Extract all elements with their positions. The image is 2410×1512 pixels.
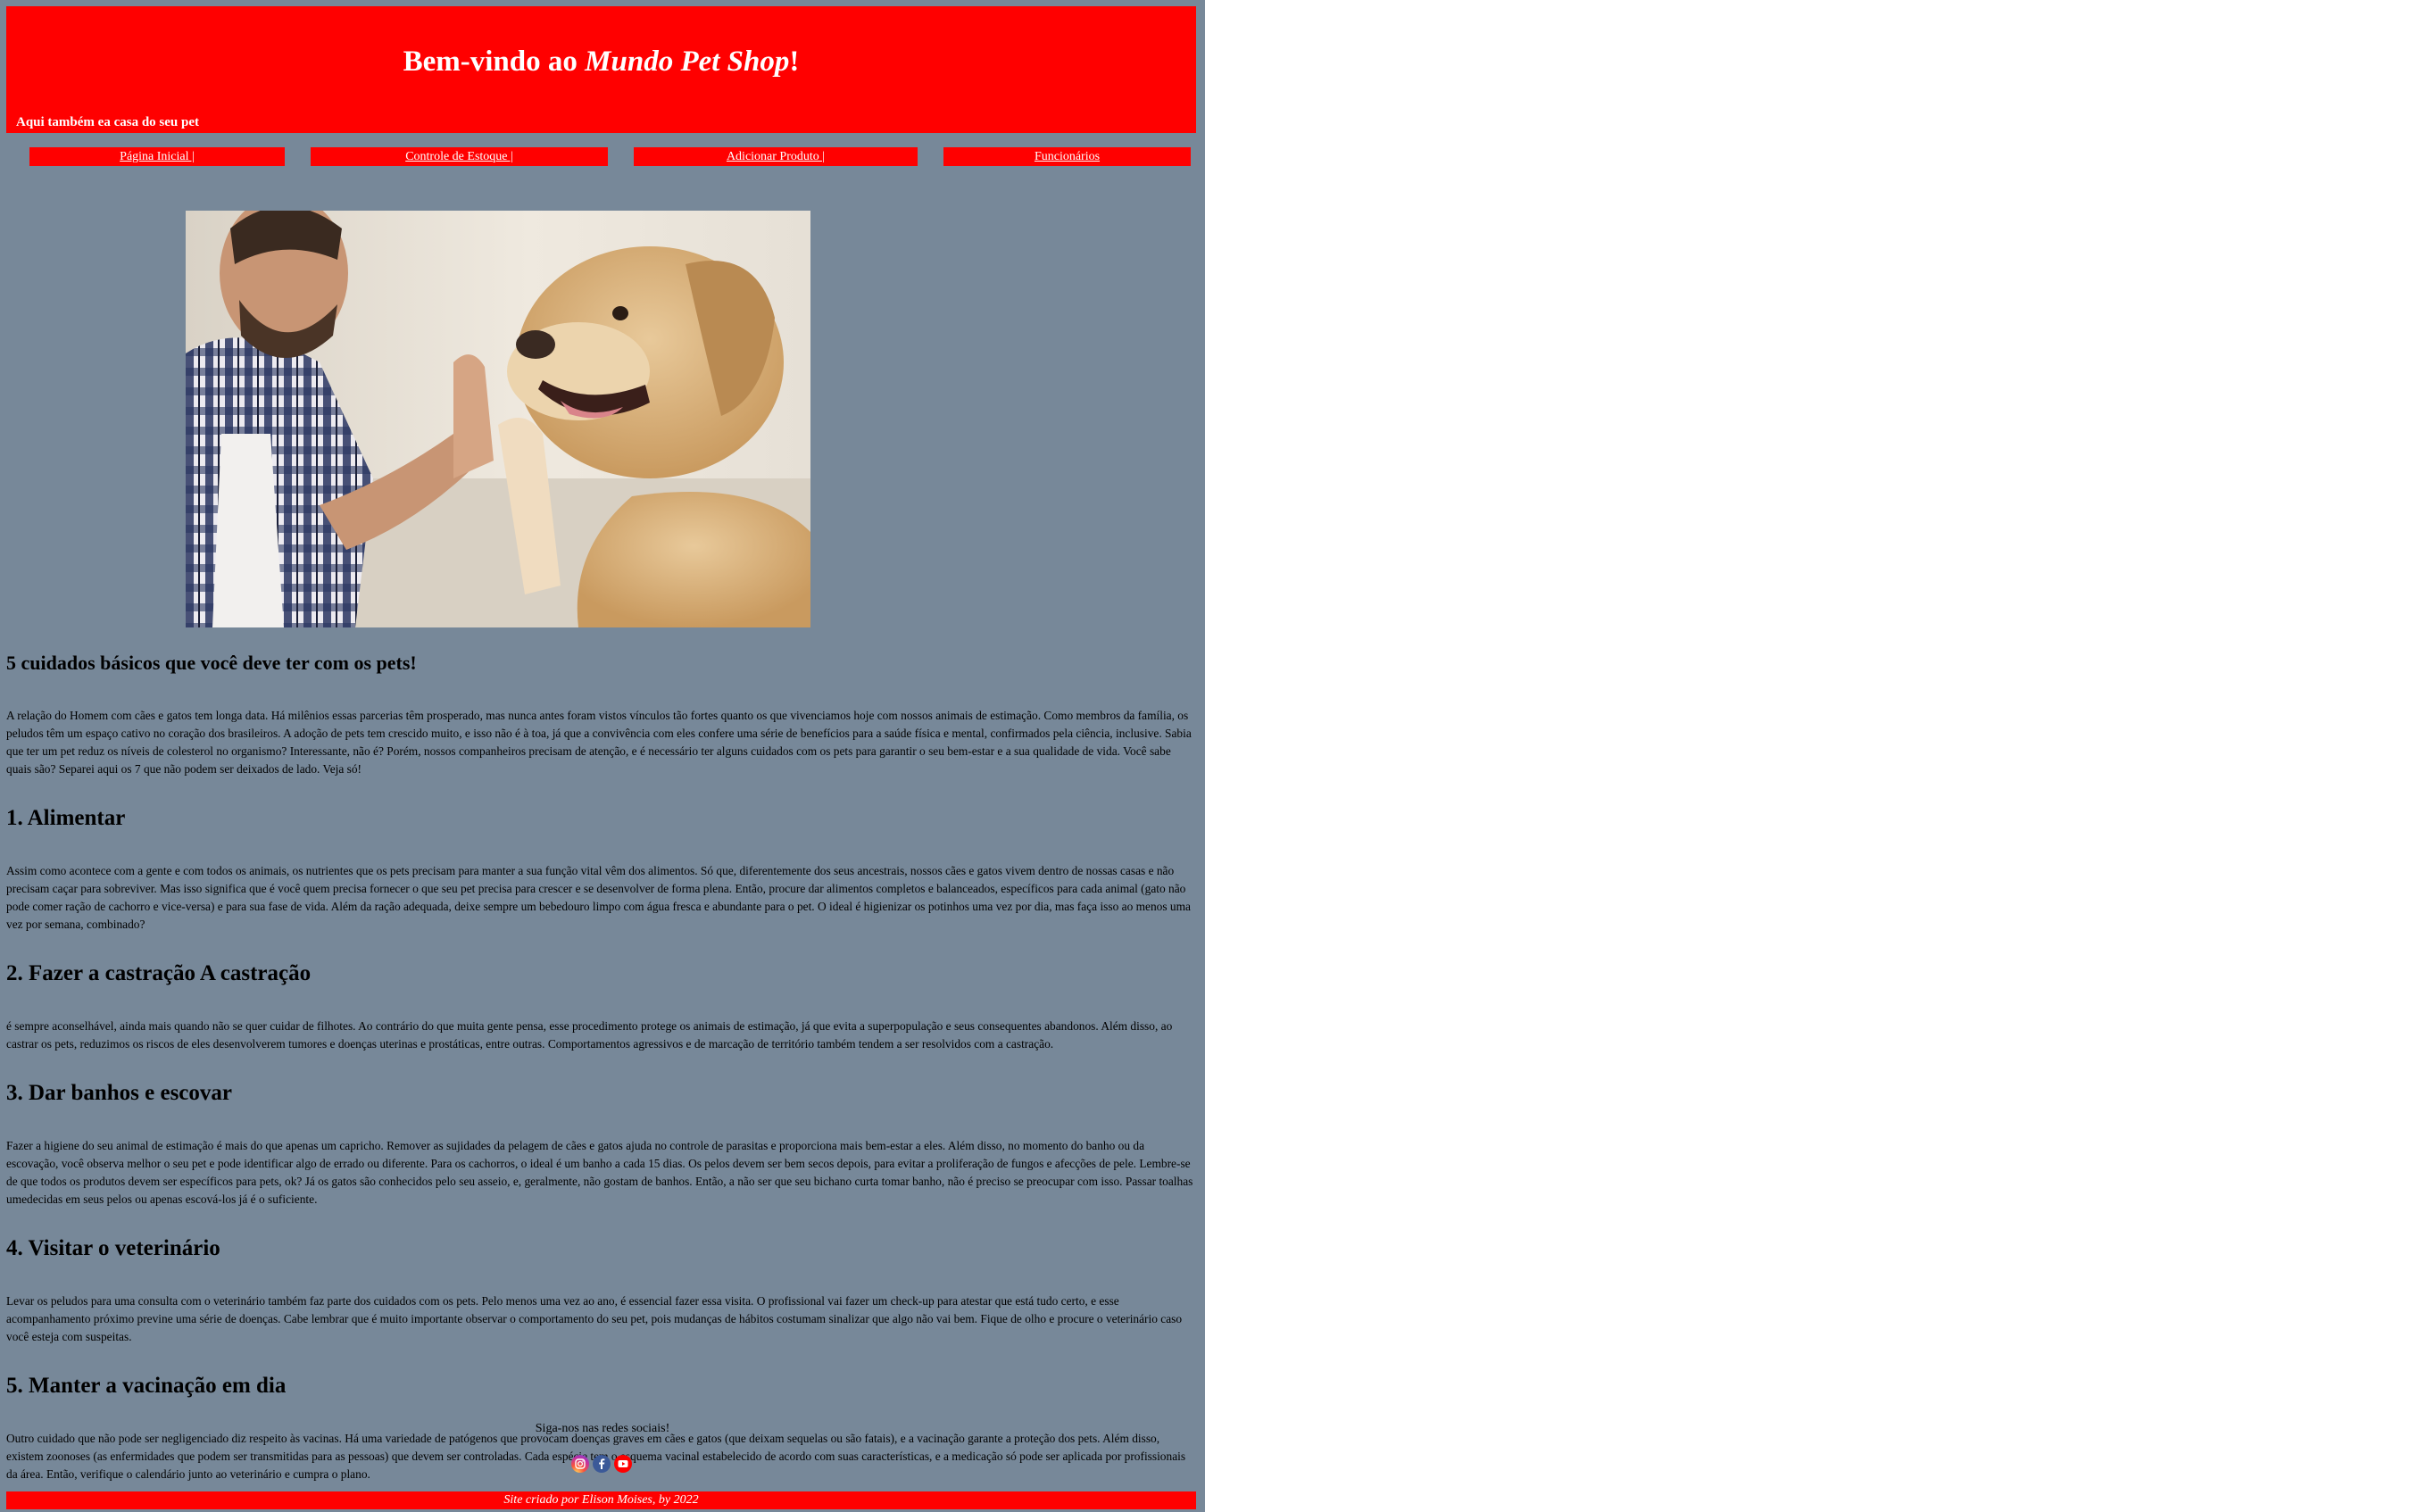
nav-link-add-product[interactable]: Adicionar Produto | [727,150,825,163]
section-text: Levar os peludos para uma consulta com o… [6,1294,1183,1343]
page: Bem-vindo ao Mundo Pet Shop! Aqui também… [0,0,1205,1512]
article-intro: A relação do Homem com cães e gatos tem … [6,709,1192,776]
title-prefix: Bem-vindo ao [403,46,586,78]
article: 5 cuidados básicos que você deve ter com… [6,650,1193,1510]
social-links [571,1455,632,1473]
instagram-icon[interactable] [571,1455,589,1473]
nav-link-home[interactable]: Página Inicial | [120,150,195,163]
section-heading: 3. Dar banhos e escovar [6,1081,233,1105]
section-heading: 5. Manter a vacinação em dia [6,1374,287,1398]
article-title: 5 cuidados básicos que você deve ter com… [6,652,417,674]
nav-item-add-product: Adicionar Produto | [634,147,918,166]
nav-link-stock[interactable]: Controle de Estoque | [405,150,513,163]
section-heading: 1. Alimentar [6,806,126,830]
section-text: Fazer a higiene do seu animal de estimaç… [6,1139,1193,1206]
nav-item-employees: Funcionários [943,147,1191,166]
section-text: Assim como acontece com a gente e com to… [6,864,1191,931]
facebook-icon[interactable] [593,1455,611,1473]
section-text: é sempre aconselhável, ainda mais quando… [6,1019,1173,1051]
nav-item-home: Página Inicial | [29,147,285,166]
social-label: Siga-nos nas redes sociais! [535,1422,670,1435]
site-footer: Site criado por Elison Moises, by 2022 [6,1491,1196,1509]
nav-link-employees[interactable]: Funcionários [1035,150,1100,163]
nav-item-stock: Controle de Estoque | [311,147,608,166]
title-brand: Mundo Pet Shop [585,46,790,78]
section-heading: 4. Visitar o veterinário [6,1236,220,1260]
hero-image [186,211,810,627]
site-title: Bem-vindo ao Mundo Pet Shop! [6,46,1196,79]
site-header: Bem-vindo ao Mundo Pet Shop! Aqui também… [6,6,1196,133]
section-heading: 2. Fazer a castração A castração [6,961,312,985]
title-suffix: ! [789,46,800,78]
tagline: Aqui também ea casa do seu pet [16,115,199,129]
youtube-icon[interactable] [614,1455,632,1473]
